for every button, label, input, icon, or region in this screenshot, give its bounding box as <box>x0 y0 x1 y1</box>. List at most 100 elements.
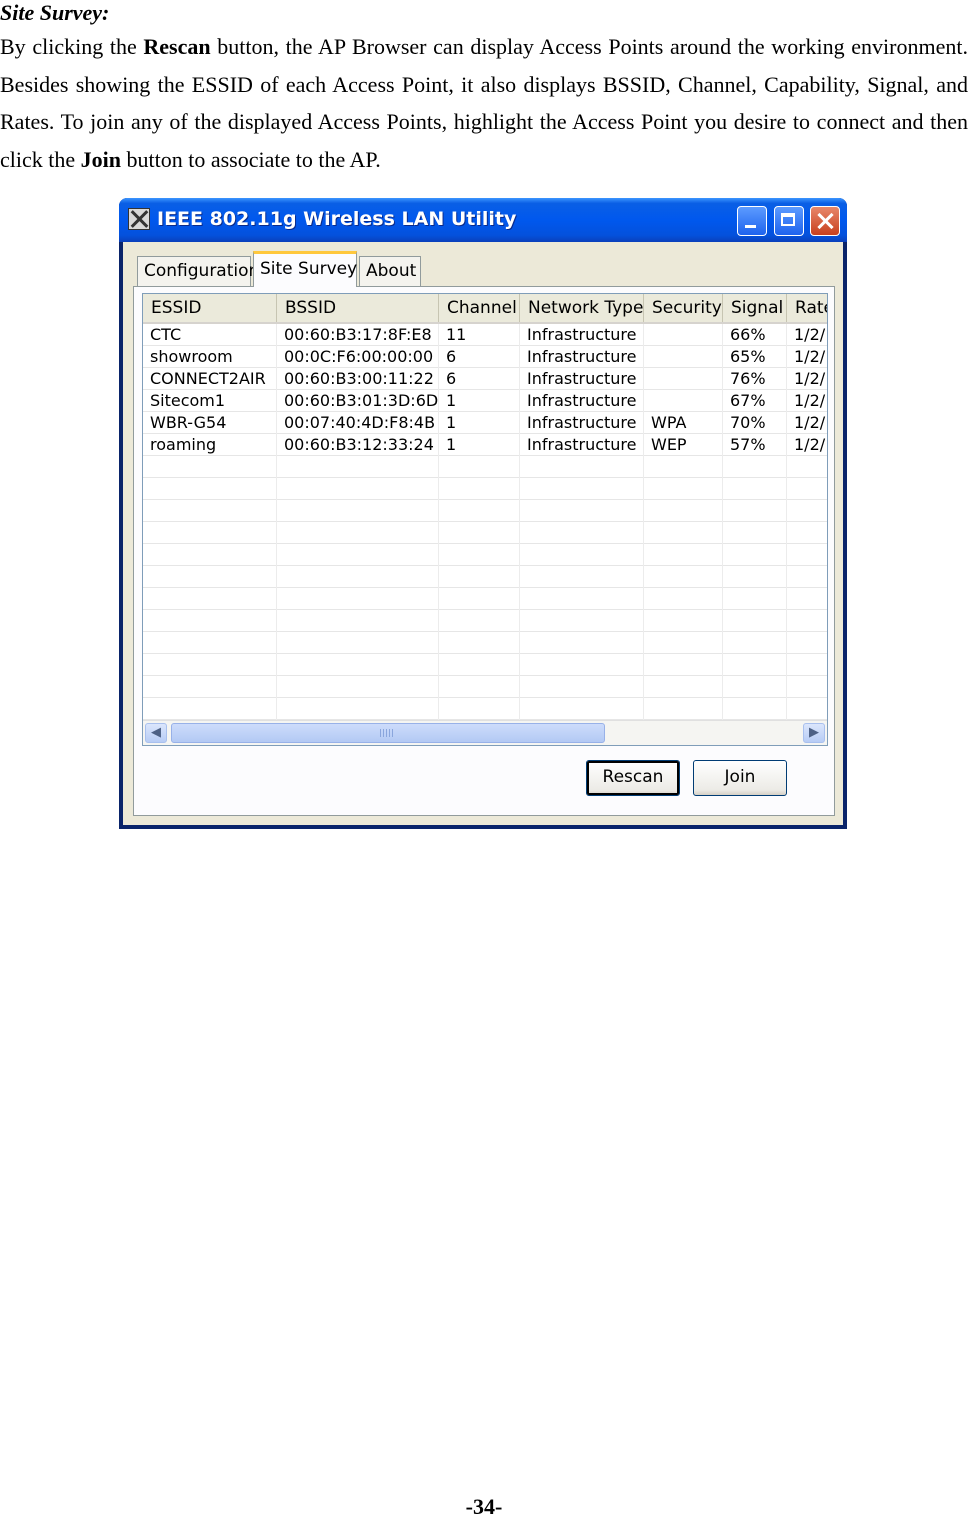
cell-network-type <box>520 456 644 478</box>
cell-security <box>644 676 723 698</box>
cell-rate <box>787 698 827 720</box>
cell-signal: 66% <box>723 324 787 346</box>
scroll-thumb[interactable] <box>171 723 605 743</box>
tab-site-survey[interactable]: Site Survey <box>253 251 357 287</box>
access-point-list[interactable]: ESSID BSSID Channel Network Type Security Sig… <box>142 293 828 746</box>
table-row[interactable] <box>143 676 827 698</box>
horizontal-scrollbar[interactable]: ◀ ▶ <box>143 720 827 745</box>
tab-about[interactable]: About <box>359 256 421 286</box>
table-row[interactable] <box>143 654 827 676</box>
cell-bssid: 00:60:B3:01:3D:6D <box>277 390 439 412</box>
table-row[interactable]: Sitecom1 00:60:B3:01:3D:6D 1 Infrastructure… <box>143 390 827 412</box>
cell-essid: Sitecom1 <box>143 390 277 412</box>
cell-rate <box>787 632 827 654</box>
maximize-icon[interactable] <box>774 206 804 236</box>
table-row[interactable]: CTC 00:60:B3:17:8F:E8 11 Infrastructure 66% 1… <box>143 324 827 346</box>
window-client: Configuration Site Survey About ESSID BSS… <box>123 242 843 825</box>
section-heading: Site Survey: <box>0 0 110 25</box>
cell-channel <box>439 632 520 654</box>
cell-network-type <box>520 588 644 610</box>
cell-essid <box>143 478 277 500</box>
column-header-security[interactable]: Security <box>644 294 723 322</box>
cell-essid <box>143 544 277 566</box>
para-text-3: button to associate to the AP. <box>121 146 381 172</box>
column-header-essid[interactable]: ESSID <box>143 294 277 322</box>
cell-security <box>644 368 723 390</box>
cell-signal <box>723 566 787 588</box>
cell-network-type <box>520 544 644 566</box>
table-row[interactable] <box>143 544 827 566</box>
cell-signal <box>723 478 787 500</box>
cell-signal: 70% <box>723 412 787 434</box>
grip-icon <box>380 729 394 737</box>
join-button[interactable]: Join <box>693 760 787 796</box>
table-row[interactable] <box>143 456 827 478</box>
cell-rate <box>787 588 827 610</box>
list-header: ESSID BSSID Channel Network Type Security Sig… <box>143 294 827 324</box>
table-row[interactable]: roaming 00:60:B3:12:33:24 1 Infrastructure W… <box>143 434 827 456</box>
cell-essid <box>143 566 277 588</box>
cell-essid <box>143 456 277 478</box>
column-header-signal[interactable]: Signal <box>723 294 787 322</box>
cell-network-type <box>520 500 644 522</box>
cell-network-type <box>520 522 644 544</box>
table-row[interactable] <box>143 588 827 610</box>
column-header-channel[interactable]: Channel <box>439 294 520 322</box>
cell-signal: 65% <box>723 346 787 368</box>
cell-channel <box>439 544 520 566</box>
cell-security <box>644 500 723 522</box>
page-number: -34- <box>465 1494 503 1519</box>
app-icon[interactable] <box>128 208 150 230</box>
cell-rate <box>787 566 827 588</box>
cell-bssid <box>277 632 439 654</box>
cell-bssid: 00:0C:F6:00:00:00 <box>277 346 439 368</box>
table-row[interactable] <box>143 522 827 544</box>
cell-rate <box>787 478 827 500</box>
cell-signal <box>723 588 787 610</box>
table-row[interactable]: CONNECT2AIR 00:60:B3:00:11:22 6 Infrastruct… <box>143 368 827 390</box>
scroll-left-icon[interactable]: ◀ <box>145 723 167 743</box>
cell-security <box>644 588 723 610</box>
cell-rate <box>787 544 827 566</box>
cell-signal <box>723 698 787 720</box>
cell-network-type: Infrastructure <box>520 412 644 434</box>
table-row[interactable] <box>143 632 827 654</box>
cell-security: WEP <box>644 434 723 456</box>
table-row[interactable] <box>143 566 827 588</box>
table-row[interactable] <box>143 478 827 500</box>
cell-network-type <box>520 610 644 632</box>
cell-essid <box>143 588 277 610</box>
column-header-rate[interactable]: Rate <box>787 294 827 322</box>
cell-bssid <box>277 544 439 566</box>
cell-network-type <box>520 478 644 500</box>
minimize-icon[interactable] <box>737 206 767 236</box>
column-header-network-type[interactable]: Network Type <box>520 294 644 322</box>
cell-essid <box>143 522 277 544</box>
tab-configuration[interactable]: Configuration <box>137 256 259 286</box>
table-row[interactable] <box>143 500 827 522</box>
cell-security <box>644 632 723 654</box>
column-header-bssid[interactable]: BSSID <box>277 294 439 322</box>
table-row[interactable]: WBR-G54 00:07:40:4D:F8:4B 1 Infrastructure W… <box>143 412 827 434</box>
cell-channel <box>439 698 520 720</box>
cell-channel <box>439 456 520 478</box>
cell-rate: 1/2/ <box>787 434 827 456</box>
cell-bssid <box>277 456 439 478</box>
table-row[interactable]: showroom 00:0C:F6:00:00:00 6 Infrastructure… <box>143 346 827 368</box>
close-icon[interactable] <box>810 206 840 236</box>
table-row[interactable] <box>143 610 827 632</box>
table-row[interactable] <box>143 698 827 720</box>
title-bar[interactable]: IEEE 802.11g Wireless LAN Utility <box>119 198 847 242</box>
body-paragraph: By clicking the Rescan button, the AP Br… <box>0 28 968 178</box>
cell-rate: 1/2/ <box>787 324 827 346</box>
cell-bssid: 00:60:B3:00:11:22 <box>277 368 439 390</box>
cell-network-type: Infrastructure <box>520 368 644 390</box>
rescan-button[interactable]: Rescan <box>586 760 680 796</box>
cell-signal: 76% <box>723 368 787 390</box>
scroll-right-icon[interactable]: ▶ <box>803 723 825 743</box>
para-text-1: By clicking the <box>0 34 144 59</box>
cell-network-type: Infrastructure <box>520 434 644 456</box>
cell-bssid <box>277 478 439 500</box>
cell-bssid: 00:60:B3:17:8F:E8 <box>277 324 439 346</box>
cell-bssid <box>277 610 439 632</box>
